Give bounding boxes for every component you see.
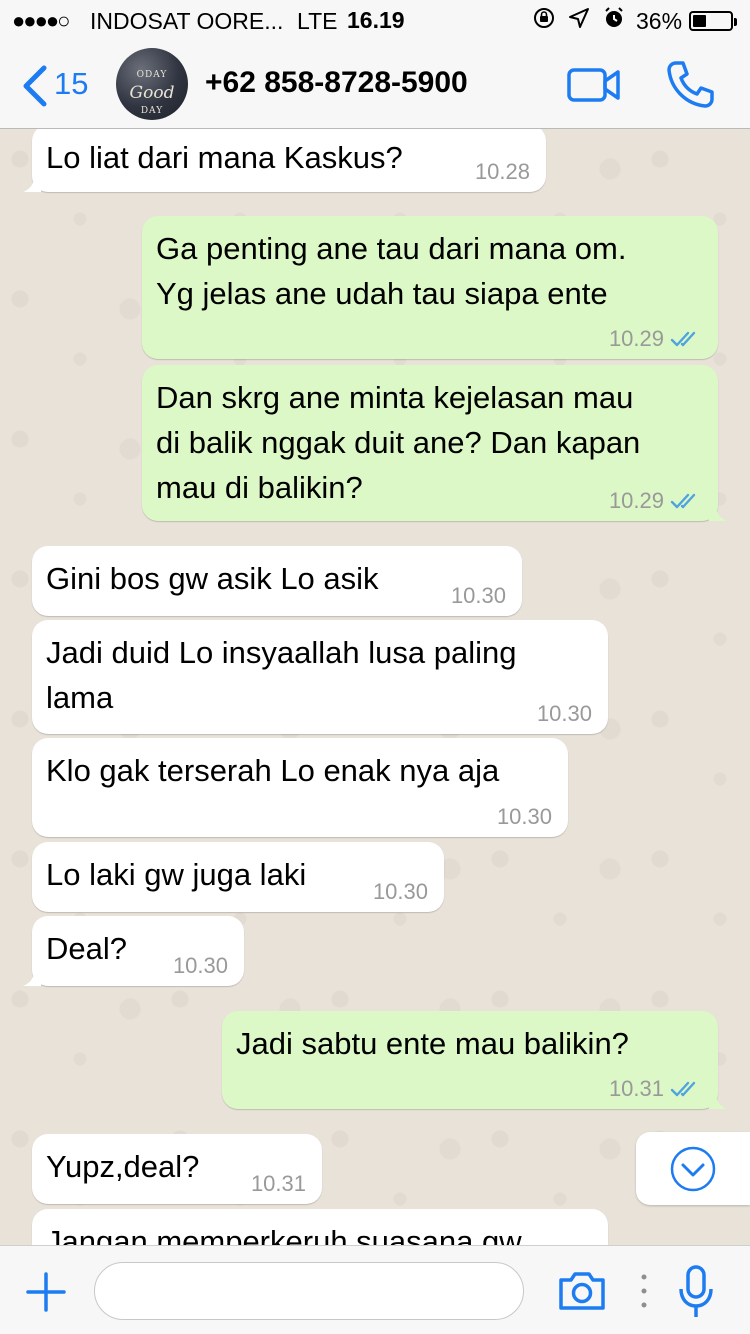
message-text: Jangan memperkeruh suasana gw	[46, 1224, 522, 1245]
incoming-message-bubble[interactable]: Deal? 10.30	[23, 916, 244, 986]
message-timestamp: 10.31	[250, 1171, 306, 1196]
message-input[interactable]	[94, 1262, 524, 1320]
plus-icon	[26, 1272, 66, 1312]
carrier-name: INDOSAT OORE...	[90, 8, 284, 34]
message-timestamp: 10.28	[474, 159, 530, 184]
message-text: Gini bos gw asik Lo asik	[46, 561, 379, 596]
message-timestamp: 10.31	[608, 1076, 664, 1101]
message-text: Ga penting ane tau dari mana om. Yg jela…	[156, 231, 627, 311]
compose-bar	[0, 1245, 750, 1334]
chat-header: 15 ODAY Good DAY +62 858-8728-5900	[0, 42, 750, 129]
scroll-to-bottom-button[interactable]	[636, 1132, 750, 1205]
unread-chats-count: 15	[54, 66, 89, 101]
read-receipt-icon	[670, 493, 696, 509]
incoming-message-bubble[interactable]: Klo gak terserah Lo enak nya aja 10.30	[32, 738, 568, 837]
video-camera-icon	[567, 68, 620, 102]
avatar[interactable]: ODAY Good DAY	[116, 48, 188, 120]
microphone-button[interactable]	[676, 1264, 716, 1320]
incoming-message-bubble[interactable]: Yupz,deal? 10.31	[32, 1134, 322, 1204]
camera-button[interactable]	[556, 1268, 608, 1314]
message-timestamp: 10.29	[608, 488, 664, 513]
bubble-tail	[709, 503, 727, 521]
orientation-lock-icon	[534, 8, 554, 28]
message-meta: 10.30	[173, 954, 228, 978]
message-text: Jadi sabtu ente mau balikin?	[236, 1026, 629, 1061]
location-arrow-icon	[569, 8, 590, 28]
camera-icon	[559, 1272, 605, 1310]
bubble-tail	[23, 174, 41, 192]
network-type: LTE	[297, 8, 338, 34]
back-button[interactable]: 15	[14, 60, 94, 110]
status-time: 16.19	[347, 7, 405, 33]
message-timestamp: 10.30	[496, 804, 552, 829]
incoming-message-bubble[interactable]: Lo laki gw juga laki 10.30	[32, 842, 444, 912]
message-meta: 10.30	[373, 880, 428, 904]
message-timestamp: 10.29	[608, 326, 664, 351]
message-meta: 10.30	[537, 702, 592, 726]
message-meta: 10.28	[475, 160, 530, 184]
message-timestamp: 10.30	[536, 701, 592, 726]
read-receipt-icon	[670, 331, 696, 347]
contact-name[interactable]: +62 858-8728-5900	[205, 66, 468, 100]
outgoing-message-bubble[interactable]: Dan skrg ane minta kejelasan mau di bali…	[142, 365, 727, 521]
avatar-image-text: ODAY Good DAY	[129, 70, 175, 116]
message-text: Klo gak terserah Lo enak nya aja	[46, 753, 500, 788]
more-dots-icon	[641, 1274, 647, 1308]
chevron-left-icon	[23, 65, 47, 107]
alarm-icon	[605, 7, 623, 27]
message-meta: 10.29	[609, 327, 700, 351]
chevron-down-circle-icon	[670, 1146, 716, 1192]
battery-percent: 36%	[636, 8, 683, 34]
signal-strength-icon: ●●●●○	[12, 8, 70, 33]
phone-icon	[667, 61, 714, 108]
voice-call-button[interactable]	[664, 58, 716, 110]
incoming-message-bubble[interactable]: Gini bos gw asik Lo asik 10.30	[32, 546, 522, 616]
message-meta: 10.31	[251, 1172, 306, 1196]
battery-level	[693, 15, 706, 27]
outgoing-message-bubble[interactable]: Jadi sabtu ente mau balikin? 10.31	[222, 1011, 727, 1109]
microphone-icon	[679, 1265, 713, 1317]
message-meta: 10.30	[451, 584, 506, 608]
video-call-button[interactable]	[566, 64, 622, 106]
message-list[interactable]: Lo liat dari mana Kaskus? 10.28 Ga penting…	[0, 129, 750, 1245]
incoming-message-bubble[interactable]: Jangan memperkeruh suasana gw	[32, 1209, 608, 1245]
message-timestamp: 10.30	[372, 879, 428, 904]
message-meta: 10.30	[497, 805, 552, 829]
status-bar: ●●●●○ INDOSAT OORE... LTE 16.19 36%	[0, 0, 750, 42]
message-meta: 10.29	[609, 489, 700, 513]
message-text: Jadi duid Lo insyaallah lusa paling lama	[46, 635, 517, 715]
bubble-tail	[709, 1091, 727, 1109]
incoming-message-bubble[interactable]: Lo liat dari mana Kaskus? 10.28	[23, 129, 546, 192]
incoming-message-bubble[interactable]: Jadi duid Lo insyaallah lusa paling lama…	[32, 620, 608, 734]
message-timestamp: 10.30	[450, 583, 506, 608]
message-timestamp: 10.30	[172, 953, 228, 978]
outgoing-message-bubble[interactable]: Ga penting ane tau dari mana om. Yg jela…	[142, 216, 718, 359]
bubble-tail	[23, 968, 41, 986]
battery-icon	[689, 11, 737, 31]
read-receipt-icon	[670, 1081, 696, 1097]
attach-button[interactable]	[24, 1270, 68, 1314]
message-text: Lo liat dari mana Kaskus?	[46, 140, 403, 175]
message-meta: 10.31	[609, 1077, 700, 1101]
system-icons	[532, 6, 626, 32]
